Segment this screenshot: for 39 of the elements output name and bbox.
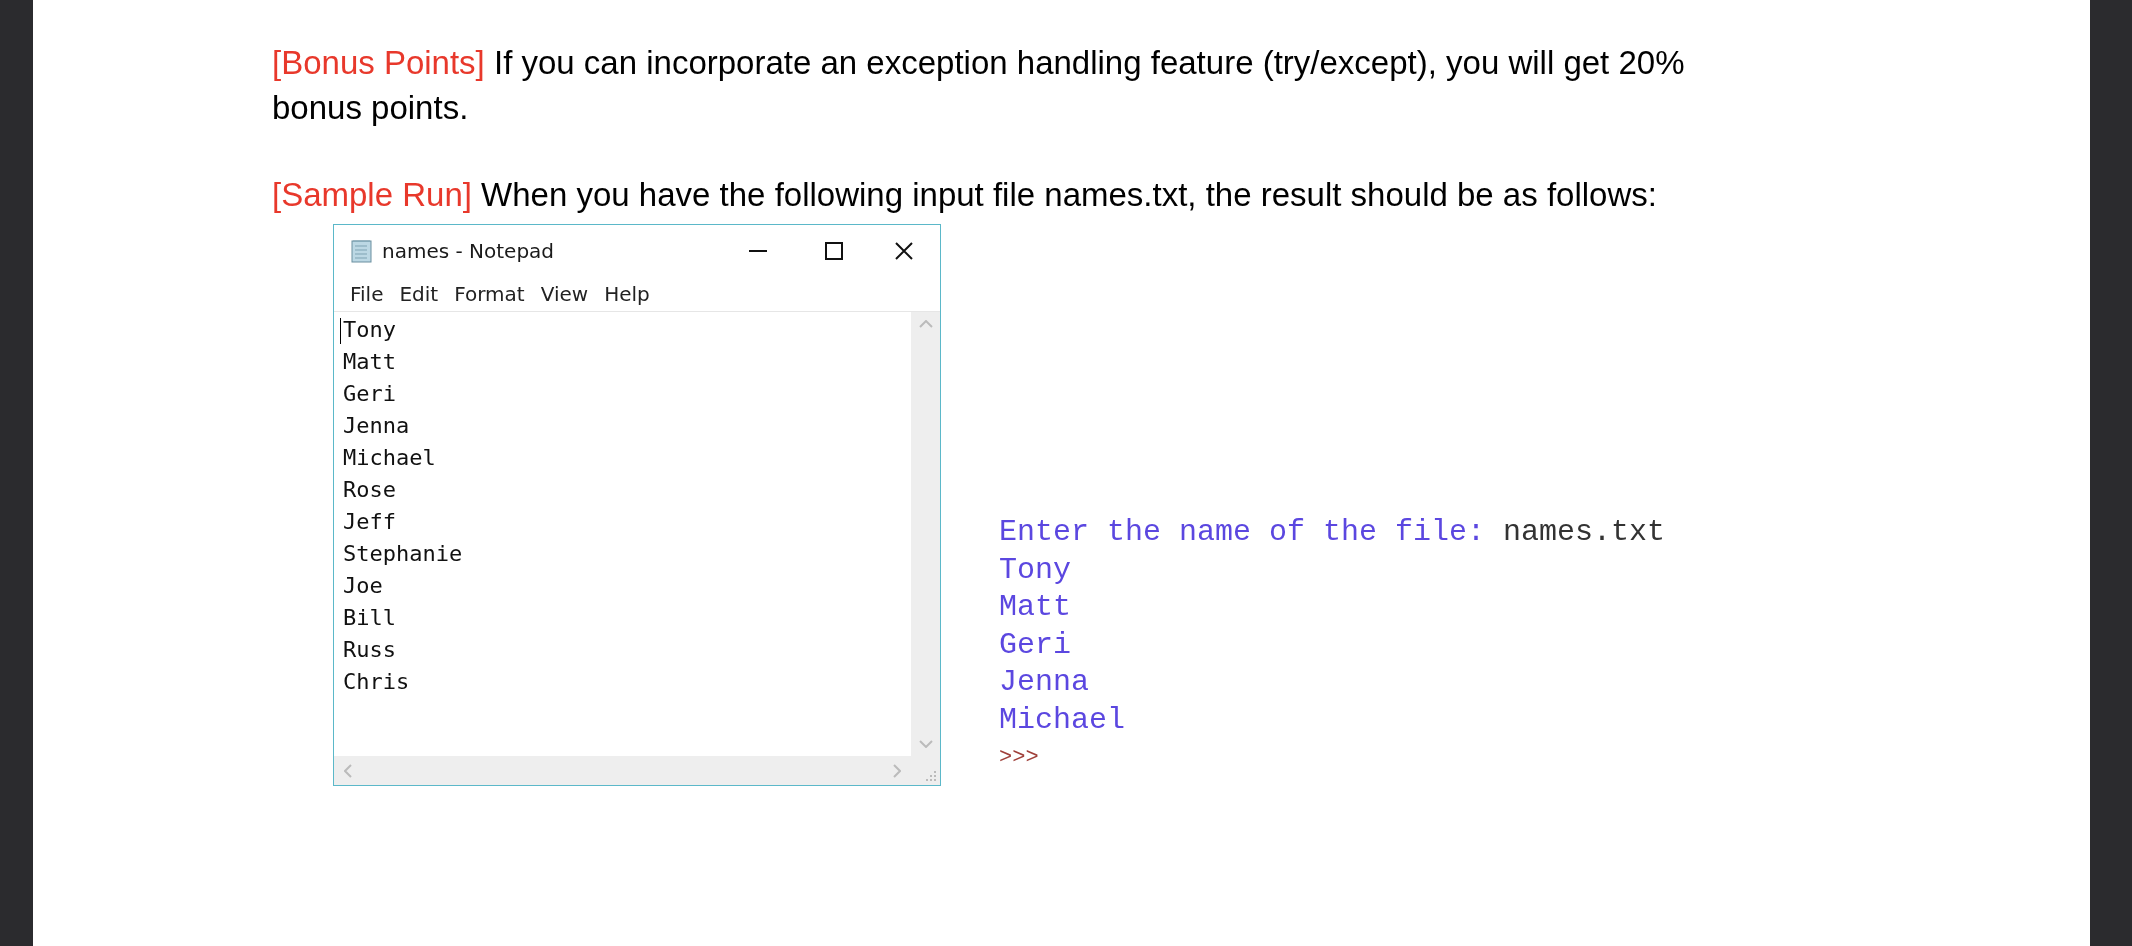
paragraph: [Bonus Points] If you can incorporate an exception handling feature (try/except), you will get 20% bonus points. bbox=[272, 43, 1686, 128]
shell-prompt: >>> bbox=[999, 744, 1039, 772]
text-line: Jeff bbox=[343, 508, 396, 536]
text-line: Michael bbox=[343, 444, 436, 472]
text-line: Bill bbox=[343, 604, 396, 632]
text-line: Jenna bbox=[343, 412, 410, 440]
menu-item[interactable]: Format bbox=[446, 279, 533, 309]
vertical-scrollbar[interactable] bbox=[911, 312, 940, 756]
maximize-icon[interactable] bbox=[825, 242, 843, 260]
text-line: Joe bbox=[343, 572, 383, 600]
text-line: Geri bbox=[343, 380, 396, 408]
menu-item[interactable]: View bbox=[532, 279, 597, 309]
close-icon[interactable] bbox=[895, 242, 913, 260]
console-output: Tony bbox=[999, 551, 1071, 589]
console-input-text: names.txt bbox=[1503, 514, 1666, 551]
menu-item[interactable]: Edit bbox=[391, 279, 447, 309]
text-line: Tony bbox=[343, 316, 396, 344]
menu-item[interactable]: Help bbox=[596, 279, 658, 309]
resize-grip-icon[interactable] bbox=[925, 770, 937, 782]
console-output: Jenna bbox=[999, 664, 1089, 701]
minimize-icon[interactable] bbox=[749, 250, 767, 252]
text-line: Russ bbox=[343, 636, 396, 664]
horizontal-scrollbar[interactable] bbox=[334, 756, 911, 785]
text-line: Matt bbox=[343, 348, 396, 376]
scroll-up-icon[interactable] bbox=[918, 320, 933, 328]
paragraph: [Sample Run] When you have the following input file names.txt, the result should be as follows: bbox=[272, 175, 1658, 215]
notepad-icon bbox=[350, 238, 374, 264]
console-prompt: Enter the name of the file: bbox=[999, 514, 1486, 551]
menu-item[interactable]: File bbox=[342, 279, 392, 309]
text-line: Stephanie bbox=[343, 540, 463, 568]
scroll-down-icon[interactable] bbox=[918, 740, 933, 748]
text-line: Rose bbox=[343, 476, 396, 504]
text-line: Chris bbox=[343, 668, 410, 696]
console-output: Michael bbox=[999, 701, 1126, 739]
window-title: names - Notepad bbox=[382, 238, 555, 265]
scroll-left-icon[interactable] bbox=[344, 763, 352, 778]
console-output: Matt bbox=[999, 589, 1071, 626]
scroll-right-icon[interactable] bbox=[893, 763, 901, 778]
console-output: Geri bbox=[999, 626, 1071, 664]
